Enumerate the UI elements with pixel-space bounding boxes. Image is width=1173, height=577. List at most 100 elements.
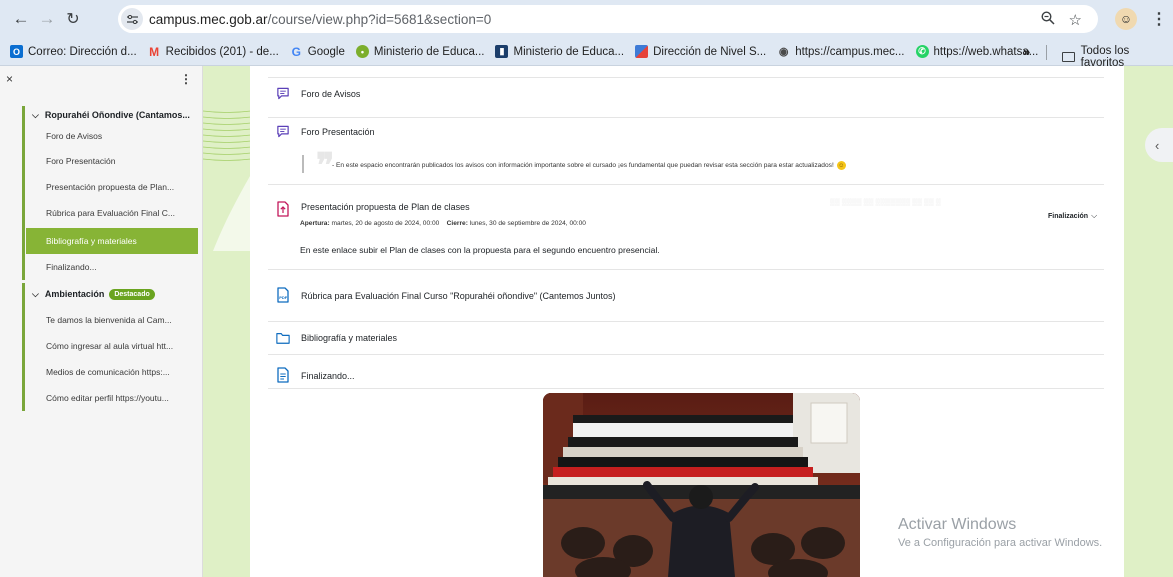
chevron-left-icon: ‹	[1155, 137, 1160, 153]
bookmark-5[interactable]: Dirección de Nivel S...	[635, 45, 766, 58]
course-item-medios[interactable]: Medios de comunicación https:...	[26, 359, 198, 385]
activity-foro-presentacion[interactable]: Foro Presentación	[276, 124, 375, 139]
reload-icon[interactable]: ↻	[60, 6, 86, 32]
activity-finalizando[interactable]: Finalizando...	[276, 367, 355, 383]
activity-name: Foro de Avisos	[301, 88, 361, 99]
campus-icon: ◉	[778, 46, 789, 58]
browser-menu-icon[interactable]: ⋮	[1151, 9, 1167, 29]
course-item-label: Foro Presentación	[46, 156, 116, 166]
course-item-label: Cómo editar perfil https://youtu...	[46, 393, 169, 403]
activity-name: Foro Presentación	[301, 126, 375, 137]
forward-icon[interactable]: →	[34, 6, 60, 32]
activity-foro-avisos[interactable]: Foro de Avisos	[276, 86, 360, 101]
browser-toolbar: ← → ↻ campus.mec.gob.ar/course/view.php?…	[0, 0, 1173, 38]
course-item-perfil[interactable]: Cómo editar perfil https://youtu...	[26, 385, 198, 411]
back-icon[interactable]: ←	[8, 6, 34, 32]
chevron-down-icon: ⌵	[1091, 211, 1098, 220]
address-bar[interactable]: campus.mec.gob.ar/course/view.php?id=568…	[118, 5, 1098, 33]
bookmark-0[interactable]: O Correo: Dirección d...	[10, 45, 137, 58]
background-stripes	[203, 110, 251, 161]
course-item-label: Medios de comunicación https:...	[46, 367, 170, 377]
bookmark-label: Dirección de Nivel S...	[653, 45, 767, 58]
activity-bibliografia[interactable]: Bibliografía y materiales	[276, 330, 397, 345]
bookmarks-bar: O Correo: Dirección d... M Recibidos (201)…	[0, 38, 1173, 69]
bookmark-6[interactable]: ◉ https://campus.mec...	[777, 45, 905, 59]
course-item-label: Bibliografía y materiales	[46, 236, 137, 246]
activity-name: Bibliografía y materiales	[301, 332, 398, 343]
bookmark-label: Recibidos (201) - de...	[165, 45, 279, 58]
course-item-presentacion[interactable]: Presentación propuesta de Plan...	[26, 174, 198, 200]
chevron-down-icon: ⌵	[32, 288, 39, 299]
pdf-icon: PDF	[276, 287, 290, 303]
divider	[268, 388, 1104, 389]
course-item-bienvenida[interactable]: Te damos la bienvenida al Cam...	[26, 307, 198, 333]
activity-rubrica[interactable]: PDF Rúbrica para Evaluación Final Curso …	[276, 287, 616, 303]
bookmark-3[interactable]: • Ministerio de Educa...	[355, 45, 485, 58]
zoom-icon[interactable]	[1041, 11, 1055, 29]
course-item-label: Rúbrica para Evaluación Final C...	[46, 208, 175, 218]
activity-name: Presentación propuesta de Plan de clases	[301, 202, 470, 212]
quote-bar	[302, 155, 304, 173]
forum-icon	[276, 86, 290, 101]
assignment-description: En este enlace subir el Plan de clases c…	[300, 245, 660, 255]
gmail-icon: M	[149, 44, 160, 59]
url-path: /course/view.php?id=5681&section=0	[267, 11, 492, 27]
chevron-down-icon: ⌵	[32, 109, 39, 120]
whatsapp-icon: ✆	[915, 45, 929, 58]
completion-dropdown[interactable]: Finalización ⌵	[1048, 211, 1097, 221]
activity-name: Rúbrica para Evaluación Final Curso "Rop…	[301, 290, 616, 301]
bookmark-label: Ministerio de Educa...	[373, 45, 485, 58]
folder-icon	[1062, 52, 1075, 62]
course-item-bibliografia[interactable]: Bibliografía y materiales	[26, 228, 198, 254]
drawer-menu-icon[interactable]: ⋮	[180, 72, 192, 86]
more-bookmarks-button[interactable]: »	[1023, 44, 1030, 59]
bookmark-star-icon[interactable]: ☆	[1069, 11, 1082, 29]
watermark-title: Activar Windows	[898, 516, 1017, 533]
course-item-label: Finalizando...	[46, 262, 97, 272]
activity-dates: Apertura: martes, 20 de agosto de 2024, …	[300, 220, 586, 227]
section-rail	[22, 283, 25, 411]
activity-assignment[interactable]: Presentación propuesta de Plan de clases	[276, 201, 470, 217]
ministerio-dark-icon: ▮	[495, 45, 509, 58]
course-item-ingresar[interactable]: Cómo ingresar al aula virtual htt...	[26, 333, 198, 359]
folder-icon	[276, 330, 290, 345]
course-item-label: Cómo ingresar al aula virtual htt...	[46, 341, 174, 351]
right-drawer-toggle[interactable]: ‹	[1145, 128, 1173, 162]
bookmark-7[interactable]: ✆ https://web.whatsa...	[915, 45, 1038, 58]
activity-name: Finalizando...	[301, 370, 355, 381]
profile-avatar[interactable]: ☺	[1115, 8, 1137, 30]
page-icon	[276, 367, 290, 383]
bookmark-label: Ministerio de Educa...	[513, 45, 625, 58]
ministerio-icon: •	[355, 45, 369, 58]
bookmark-label: Correo: Dirección d...	[28, 45, 137, 58]
bookmark-2[interactable]: G Google	[290, 44, 345, 59]
close-icon[interactable]: ×	[6, 72, 13, 86]
bookmark-1[interactable]: M Recibidos (201) - de...	[148, 44, 279, 59]
smile-emoji-icon: ☺	[836, 161, 846, 170]
url-host: campus.mec.gob.ar	[149, 11, 268, 27]
divider	[268, 269, 1104, 270]
bookmarks-divider	[1046, 45, 1047, 60]
description-text: - En este espacio encontrarán publicados…	[332, 162, 834, 169]
course-item-rubrica[interactable]: Rúbrica para Evaluación Final C...	[26, 200, 198, 226]
site-info-icon[interactable]	[121, 8, 143, 30]
bookmark-label: https://campus.mec...	[795, 45, 905, 58]
divider	[268, 184, 1104, 185]
divider	[268, 354, 1104, 355]
bookmark-4[interactable]: ▮ Ministerio de Educa...	[495, 45, 624, 58]
windows-activation-watermark: Activar Windows Ve a Configuración para …	[898, 516, 1102, 549]
course-item-foro-avisos[interactable]: Foro de Avisos	[26, 123, 198, 149]
section-head-1[interactable]: ⌵ Ambientación Destacado	[32, 283, 155, 305]
google-icon: G	[291, 44, 301, 59]
divider	[268, 77, 1104, 78]
status-badge: Destacado	[109, 288, 155, 300]
assignment-icon	[276, 201, 290, 217]
course-item-label: Foro de Avisos	[46, 131, 103, 141]
divider	[268, 321, 1104, 322]
activity-description: - En este espacio encontrarán publicados…	[332, 161, 846, 170]
course-index-drawer: × ⋮ ⌵ Ropurahéi Oñondive (Cantamos... Fo…	[0, 66, 203, 577]
choir-photo	[543, 393, 860, 577]
opening-label: Apertura:	[300, 220, 330, 227]
course-item-foro-presentacion[interactable]: Foro Presentación	[26, 148, 198, 174]
course-item-finalizando[interactable]: Finalizando...	[26, 254, 198, 280]
